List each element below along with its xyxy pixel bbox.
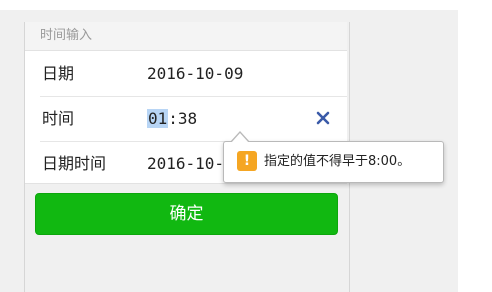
warning-icon: ! [237, 151, 257, 171]
confirm-button[interactable]: 确定 [35, 193, 338, 235]
time-minute-part[interactable]: :38 [168, 109, 197, 128]
date-label: 日期 [42, 64, 75, 83]
time-input[interactable]: 01:38 [147, 96, 197, 141]
date-input[interactable]: 2016-10-09 [147, 51, 243, 96]
time-label: 时间 [42, 109, 75, 128]
validation-tooltip: ! 指定的值不得早于8:00。 [223, 131, 444, 183]
datetime-label: 日期时间 [42, 154, 107, 173]
tooltip-message: 指定的值不得早于8:00。 [264, 154, 411, 169]
background-page-text [0, 0, 492, 7]
tooltip-arrow-fill [231, 133, 249, 143]
section-title: 时间输入 [25, 22, 347, 50]
time-hour-selection[interactable]: 01 [147, 109, 169, 128]
right-margin [458, 10, 492, 292]
clear-icon[interactable] [316, 111, 330, 125]
date-row[interactable]: 日期 2016-10-09 [25, 51, 347, 96]
time-row[interactable]: 时间 01:38 [25, 96, 347, 141]
